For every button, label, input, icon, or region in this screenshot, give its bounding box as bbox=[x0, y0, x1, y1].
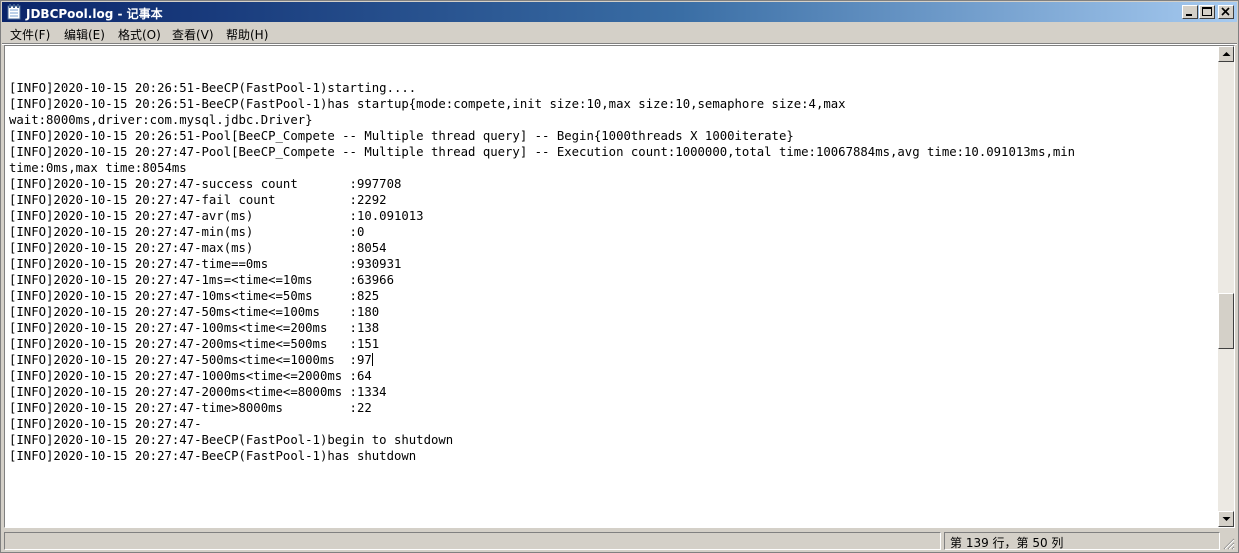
text-line-content: [INFO]2020-10-15 20:26:51-BeeCP(FastPool… bbox=[9, 97, 846, 111]
menu-format[interactable]: 格式(O) bbox=[118, 26, 161, 43]
text-line-content: [INFO]2020-10-15 20:27:47-50ms<time<=100… bbox=[9, 305, 380, 319]
text-line[interactable]: [INFO]2020-10-15 20:27:47-success count … bbox=[9, 176, 1217, 192]
text-line-content: wait:8000ms,driver:com.mysql.jdbc.Driver… bbox=[9, 113, 313, 127]
text-line-content: [INFO]2020-10-15 20:27:47-fail count :22… bbox=[9, 193, 387, 207]
close-icon bbox=[1221, 7, 1230, 16]
scroll-down-arrow-icon bbox=[1222, 517, 1231, 521]
text-line-content: [INFO]2020-10-15 20:27:47-time>8000ms :2… bbox=[9, 401, 372, 415]
text-line-content: [INFO]2020-10-15 20:27:47-500ms<time<=10… bbox=[9, 353, 372, 367]
text-line-content: [INFO]2020-10-15 20:27:47-200ms<time<=50… bbox=[9, 337, 380, 351]
text-line-content: [INFO]2020-10-15 20:27:47-avr(ms) :10.09… bbox=[9, 209, 424, 223]
text-line-content: [INFO]2020-10-15 20:26:51-Pool[BeeCP_Com… bbox=[9, 129, 794, 143]
text-line-content: [INFO]2020-10-15 20:27:47-time==0ms :930… bbox=[9, 257, 402, 271]
notepad-window: JDBCPool.log - 记事本 文件(F) 编辑(E) 格式(O) 查看(… bbox=[0, 0, 1239, 553]
vertical-scrollbar[interactable] bbox=[1218, 46, 1234, 527]
window-title: JDBCPool.log - 记事本 bbox=[26, 7, 163, 21]
text-line-content: time:0ms,max time:8054ms bbox=[9, 161, 187, 175]
text-line[interactable]: [INFO]2020-10-15 20:26:51-BeeCP(FastPool… bbox=[9, 80, 1217, 96]
text-line[interactable]: [INFO]2020-10-15 20:27:47-Pool[BeeCP_Com… bbox=[9, 144, 1217, 160]
text-line-content: [INFO]2020-10-15 20:27:47-1000ms<time<=2… bbox=[9, 369, 372, 383]
text-line[interactable]: [INFO]2020-10-15 20:27:47-1000ms<time<=2… bbox=[9, 368, 1217, 384]
scroll-down-button[interactable] bbox=[1218, 511, 1234, 527]
text-line-content: [INFO]2020-10-15 20:27:47-1ms=<time<=10m… bbox=[9, 273, 394, 287]
resize-grip-icon[interactable] bbox=[1223, 538, 1235, 550]
text-line[interactable]: [INFO]2020-10-15 20:27:47- bbox=[9, 416, 1217, 432]
status-panel-empty bbox=[4, 532, 941, 550]
text-line[interactable]: [INFO]2020-10-15 20:26:51-BeeCP(FastPool… bbox=[9, 96, 1217, 112]
text-line[interactable]: [INFO]2020-10-15 20:27:47-2000ms<time<=8… bbox=[9, 384, 1217, 400]
text-line[interactable]: [INFO]2020-10-15 20:27:47-min(ms) :0 bbox=[9, 224, 1217, 240]
text-line-content: [INFO]2020-10-15 20:27:47-10ms<time<=50m… bbox=[9, 289, 380, 303]
scrollbar-thumb[interactable] bbox=[1218, 293, 1234, 349]
text-line[interactable]: [INFO]2020-10-15 20:26:51-Pool[BeeCP_Com… bbox=[9, 128, 1217, 144]
text-line[interactable]: [INFO]2020-10-15 20:27:47-10ms<time<=50m… bbox=[9, 288, 1217, 304]
text-content[interactable]: [INFO]2020-10-15 20:26:51-BeeCP(FastPool… bbox=[9, 64, 1217, 464]
text-line[interactable]: [INFO]2020-10-15 20:27:47-fail count :22… bbox=[9, 192, 1217, 208]
menu-edit[interactable]: 编辑(E) bbox=[64, 26, 105, 43]
status-panel-position: 第 139 行，第 50 列 bbox=[944, 532, 1220, 550]
text-line[interactable]: [INFO]2020-10-15 20:27:47-50ms<time<=100… bbox=[9, 304, 1217, 320]
minimize-icon bbox=[1186, 14, 1192, 16]
scroll-up-arrow-icon bbox=[1222, 52, 1231, 56]
text-line-content: [INFO]2020-10-15 20:27:47-success count … bbox=[9, 177, 402, 191]
cursor-position: 第 139 行，第 50 列 bbox=[950, 536, 1064, 550]
menu-file[interactable]: 文件(F) bbox=[10, 26, 50, 43]
text-caret bbox=[371, 353, 373, 366]
text-line[interactable]: [INFO]2020-10-15 20:27:47-200ms<time<=50… bbox=[9, 336, 1217, 352]
close-button[interactable] bbox=[1218, 5, 1234, 19]
text-line-content: [INFO]2020-10-15 20:27:47-100ms<time<=20… bbox=[9, 321, 380, 335]
status-bar: 第 139 行，第 50 列 bbox=[2, 530, 1237, 552]
text-line-content: [INFO]2020-10-15 20:27:47-Pool[BeeCP_Com… bbox=[9, 145, 1076, 159]
maximize-icon bbox=[1202, 7, 1212, 16]
text-line-content: [INFO]2020-10-15 20:27:47- bbox=[9, 417, 202, 431]
title-bar[interactable]: JDBCPool.log - 记事本 bbox=[2, 2, 1237, 22]
text-line[interactable]: [INFO]2020-10-15 20:27:47-BeeCP(FastPool… bbox=[9, 432, 1217, 448]
text-line-content: [INFO]2020-10-15 20:27:47-BeeCP(FastPool… bbox=[9, 433, 454, 447]
text-line-content: [INFO]2020-10-15 20:27:47-2000ms<time<=8… bbox=[9, 385, 387, 399]
minimize-button[interactable] bbox=[1182, 5, 1198, 19]
text-line[interactable]: [INFO]2020-10-15 20:27:47-avr(ms) :10.09… bbox=[9, 208, 1217, 224]
text-line-content: [INFO]2020-10-15 20:26:51-BeeCP(FastPool… bbox=[9, 81, 417, 95]
text-editor[interactable]: [INFO]2020-10-15 20:26:51-BeeCP(FastPool… bbox=[4, 45, 1235, 528]
menu-bar: 文件(F) 编辑(E) 格式(O) 查看(V) 帮助(H) bbox=[2, 23, 1237, 43]
menu-view[interactable]: 查看(V) bbox=[172, 26, 214, 43]
text-line[interactable] bbox=[9, 64, 1217, 80]
menu-help[interactable]: 帮助(H) bbox=[226, 26, 268, 43]
text-line[interactable]: time:0ms,max time:8054ms bbox=[9, 160, 1217, 176]
text-line[interactable]: [INFO]2020-10-15 20:27:47-100ms<time<=20… bbox=[9, 320, 1217, 336]
text-line[interactable]: [INFO]2020-10-15 20:27:47-max(ms) :8054 bbox=[9, 240, 1217, 256]
text-line[interactable]: [INFO]2020-10-15 20:27:47-time==0ms :930… bbox=[9, 256, 1217, 272]
text-line[interactable]: [INFO]2020-10-15 20:27:47-BeeCP(FastPool… bbox=[9, 448, 1217, 464]
text-line[interactable]: [INFO]2020-10-15 20:27:47-1ms=<time<=10m… bbox=[9, 272, 1217, 288]
text-line[interactable]: [INFO]2020-10-15 20:27:47-time>8000ms :2… bbox=[9, 400, 1217, 416]
text-line-content: [INFO]2020-10-15 20:27:47-BeeCP(FastPool… bbox=[9, 449, 417, 463]
text-line[interactable]: [INFO]2020-10-15 20:27:47-500ms<time<=10… bbox=[9, 352, 1217, 368]
notepad-icon bbox=[7, 4, 21, 20]
text-line[interactable]: wait:8000ms,driver:com.mysql.jdbc.Driver… bbox=[9, 112, 1217, 128]
text-line-content: [INFO]2020-10-15 20:27:47-max(ms) :8054 bbox=[9, 241, 387, 255]
text-line-content: [INFO]2020-10-15 20:27:47-min(ms) :0 bbox=[9, 225, 365, 239]
scroll-up-button[interactable] bbox=[1218, 46, 1234, 62]
maximize-button[interactable] bbox=[1199, 5, 1215, 19]
